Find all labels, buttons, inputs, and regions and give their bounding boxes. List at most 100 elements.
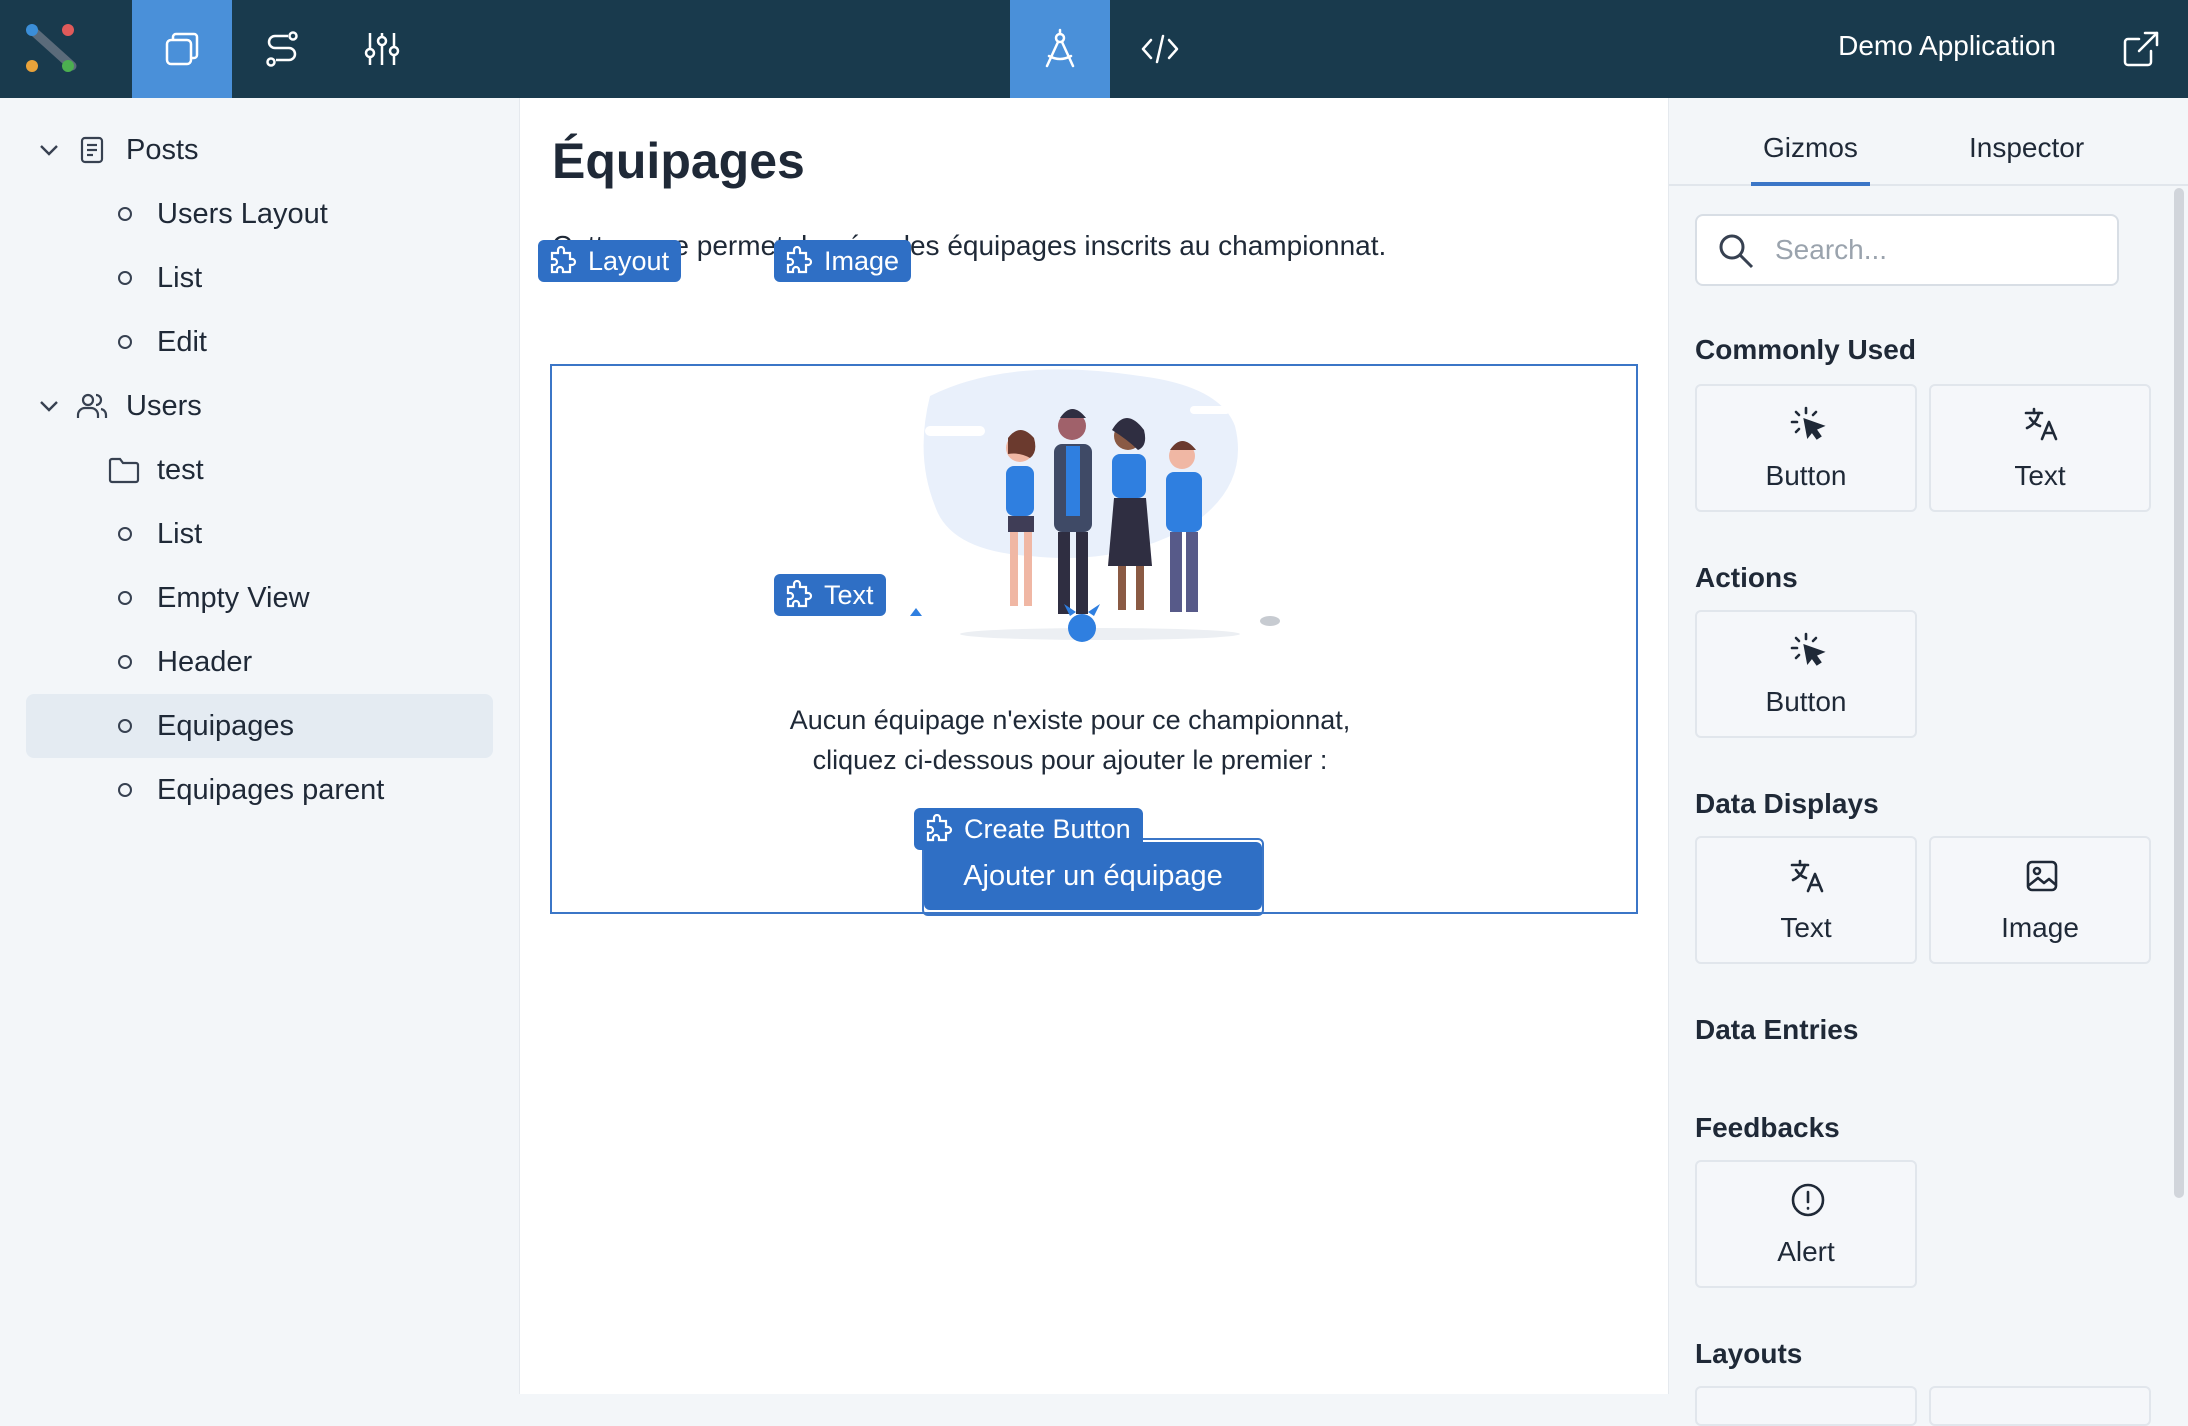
- puzzle-icon: [926, 814, 953, 842]
- app-logo-icon: [26, 24, 77, 72]
- tree-item-equipages-parent[interactable]: Equipages parent: [26, 758, 493, 822]
- add-equipage-button[interactable]: Ajouter un équipage: [924, 842, 1262, 910]
- tag-label: Image: [824, 245, 900, 276]
- puzzle-icon: [550, 246, 577, 274]
- gizmo-layout-1[interactable]: [1695, 1386, 1917, 1426]
- tree-item-empty-view[interactable]: Empty View: [26, 566, 493, 630]
- tree-item-label: Edit: [157, 325, 207, 358]
- tree-item-header[interactable]: Header: [26, 630, 493, 694]
- gizmo-label: Button: [1765, 460, 1847, 491]
- bullet-icon: [118, 271, 132, 285]
- document-icon: [74, 132, 110, 168]
- routes-icon: [266, 31, 298, 67]
- page-title: Équipages: [552, 133, 805, 189]
- chevron-down-icon[interactable]: [34, 135, 64, 165]
- tree-item-users-list[interactable]: List: [26, 502, 493, 566]
- gizmo-label: Text: [2014, 460, 2066, 491]
- design-compass-icon: [1045, 28, 1075, 68]
- layout-gizmo-tag[interactable]: Layout: [538, 240, 682, 282]
- bullet-icon: [118, 335, 132, 349]
- bullet-icon: [118, 655, 132, 669]
- search-input[interactable]: [1775, 226, 2105, 274]
- gizmo-label: Image: [2001, 912, 2079, 943]
- section-data-displays: Data Displays: [1695, 788, 1879, 819]
- code-icon: [1141, 34, 1179, 64]
- tag-label: Create Button: [964, 813, 1131, 844]
- gizmo-button-common[interactable]: Button: [1695, 384, 1917, 512]
- design-mode-button[interactable]: [1010, 0, 1110, 98]
- tree-item-label: List: [157, 261, 203, 294]
- translate-icon: [2024, 407, 2058, 441]
- image-gizmo-tag[interactable]: Image: [774, 240, 912, 282]
- gizmo-image-display[interactable]: Image: [1929, 836, 2151, 964]
- empty-state-line-2: cliquez ci-dessous pour ajouter le premi…: [812, 745, 1328, 775]
- tree-group-posts[interactable]: Posts: [26, 118, 493, 182]
- cursor-click-icon: [1790, 632, 1826, 666]
- gizmo-label: Button: [1765, 686, 1847, 717]
- empty-state-text: Aucun équipage n'existe pour ce champion…: [760, 700, 1380, 780]
- settings-sliders-icon: [364, 33, 400, 65]
- panel-tabs: Gizmos Inspector: [1669, 98, 2188, 186]
- alert-circle-icon: [1791, 1183, 1825, 1217]
- tree-item-label: test: [157, 453, 204, 486]
- team-illustration-image[interactable]: [890, 366, 1310, 666]
- chevron-down-icon[interactable]: [34, 391, 64, 421]
- text-gizmo-tag[interactable]: Text: [774, 574, 886, 616]
- page-canvas: Équipages Cette page permet de gérer les…: [520, 98, 1668, 1394]
- tree-item-edit[interactable]: Edit: [26, 310, 493, 374]
- gizmo-text-display[interactable]: Text: [1695, 836, 1917, 964]
- tree-group-label: Posts: [126, 133, 199, 166]
- routes-button[interactable]: [232, 0, 332, 98]
- pages-button[interactable]: [132, 0, 232, 98]
- gizmo-layout-2[interactable]: [1929, 1386, 2151, 1426]
- section-feedbacks: Feedbacks: [1695, 1112, 1840, 1143]
- puzzle-icon: [786, 246, 813, 274]
- bullet-icon: [118, 719, 132, 733]
- tree-folder-test[interactable]: test: [26, 438, 493, 502]
- tree-item-equipages[interactable]: Equipages: [26, 694, 493, 758]
- create-button-gizmo-tag[interactable]: Create Button: [914, 808, 1143, 850]
- section-layouts: Layouts: [1695, 1338, 1803, 1369]
- tree-group-label: Users: [126, 389, 202, 422]
- image-icon: [2026, 860, 2058, 892]
- bullet-icon: [118, 207, 132, 221]
- gizmo-text-common[interactable]: Text: [1929, 384, 2151, 512]
- code-mode-button[interactable]: [1110, 0, 1210, 98]
- gizmo-search-box: [1695, 214, 2119, 286]
- bullet-icon: [118, 527, 132, 541]
- users-icon: [74, 388, 110, 424]
- folder-icon: [106, 452, 142, 488]
- tree-item-posts-list[interactable]: List: [26, 246, 493, 310]
- settings-button[interactable]: [332, 0, 432, 98]
- tab-inspector[interactable]: Inspector: [1969, 132, 2084, 164]
- tree-item-label: Header: [157, 645, 253, 678]
- translate-icon: [1790, 859, 1824, 893]
- tree-item-label: Equipages: [157, 709, 295, 742]
- bullet-icon: [118, 591, 132, 605]
- empty-state-line-1: Aucun équipage n'existe pour ce champion…: [789, 705, 1351, 735]
- tree-group-users[interactable]: Users: [26, 374, 493, 438]
- app-title: Demo Application: [1838, 30, 2056, 61]
- panel-scrollbar[interactable]: [2174, 188, 2184, 1198]
- gizmo-alert-feedback[interactable]: Alert: [1695, 1160, 1917, 1288]
- tag-label: Text: [824, 579, 874, 610]
- tree-item-users-layout[interactable]: Users Layout: [26, 182, 493, 246]
- gizmos-panel: Gizmos Inspector Commonly Used Button Te…: [1668, 98, 2188, 1426]
- tree-item-label: List: [157, 517, 203, 550]
- pages-icon: [165, 32, 199, 66]
- external-link-icon: [2123, 31, 2159, 67]
- tree-item-label: Empty View: [157, 581, 310, 614]
- tab-gizmos[interactable]: Gizmos: [1751, 132, 1870, 186]
- puzzle-icon: [786, 580, 813, 608]
- tag-label: Layout: [588, 245, 670, 276]
- bullet-icon: [118, 783, 132, 797]
- top-bar: Demo Application: [0, 0, 2188, 98]
- section-data-entries: Data Entries: [1695, 1014, 1859, 1045]
- open-external-button[interactable]: [2116, 24, 2166, 74]
- page-tree-sidebar: Posts Users Layout List Edit Users test …: [0, 98, 520, 1394]
- gizmo-label: Alert: [1777, 1236, 1835, 1267]
- section-commonly-used: Commonly Used: [1695, 334, 1916, 365]
- gizmo-label: Text: [1780, 912, 1832, 943]
- cursor-click-icon: [1790, 406, 1826, 440]
- gizmo-button-actions[interactable]: Button: [1695, 610, 1917, 738]
